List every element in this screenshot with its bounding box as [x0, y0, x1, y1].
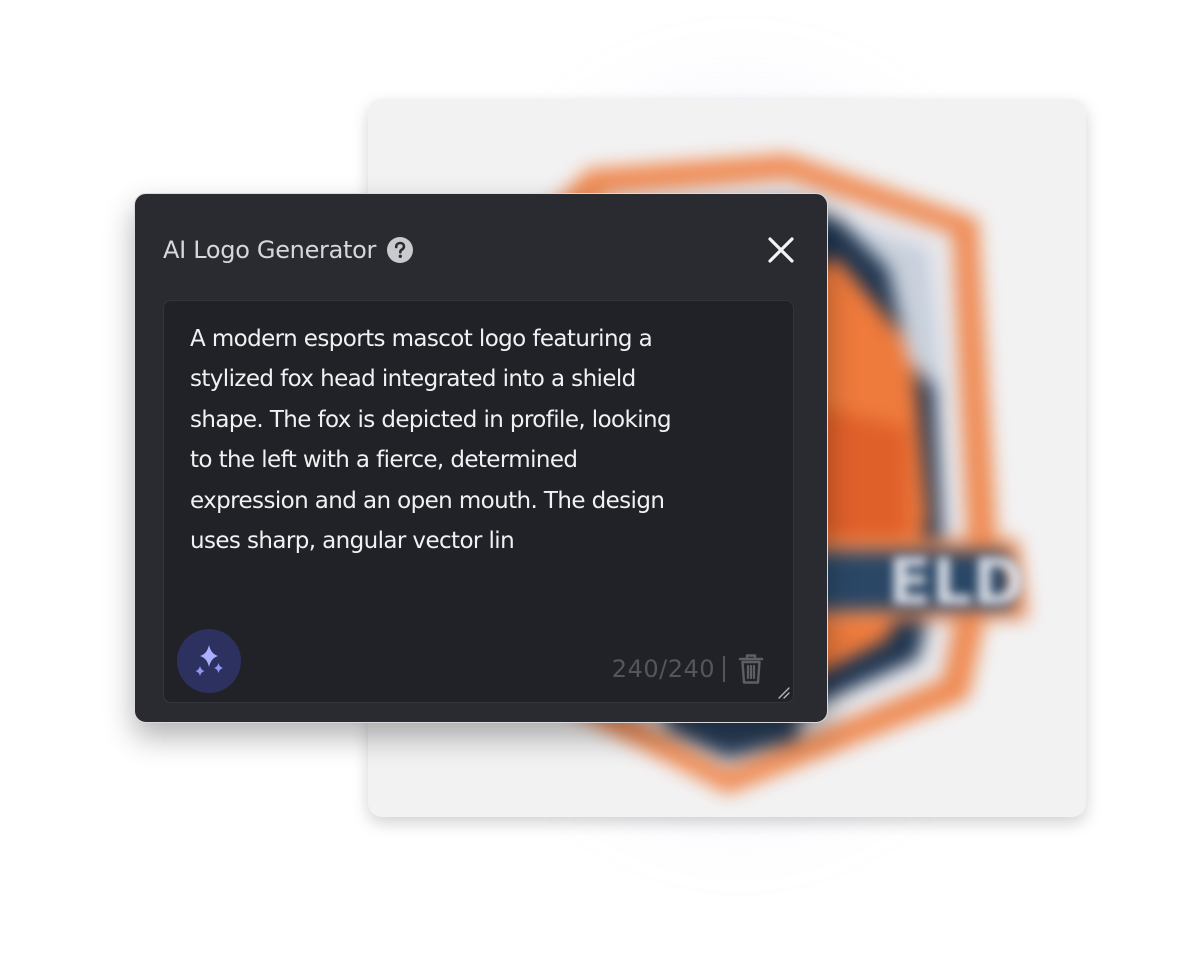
prompt-textarea[interactable]: A modern esports mascot logo featuring a… — [163, 300, 794, 703]
ai-logo-generator-dialog: AI Logo Generator A modern esports masco… — [134, 193, 828, 723]
close-x-icon — [768, 237, 794, 263]
clear-prompt-button[interactable] — [735, 651, 767, 687]
dialog-title: AI Logo Generator — [163, 236, 377, 264]
dialog-header: AI Logo Generator — [163, 232, 414, 268]
question-circle-icon[interactable] — [386, 236, 414, 264]
prompt-footer: 240/240 — [612, 649, 767, 689]
prompt-text[interactable]: A modern esports mascot logo featuring a… — [190, 319, 776, 561]
trash-icon — [738, 654, 764, 684]
generate-button[interactable] — [177, 629, 241, 693]
footer-divider — [723, 656, 725, 682]
canvas: ELD AI Logo Generator A modern esports m… — [0, 0, 1200, 960]
close-button[interactable] — [761, 230, 801, 270]
character-count: 240/240 — [611, 655, 715, 683]
sparkles-icon — [195, 645, 223, 676]
logo-brand-text: ELD — [888, 546, 1026, 620]
resize-handle-icon[interactable] — [776, 685, 790, 699]
